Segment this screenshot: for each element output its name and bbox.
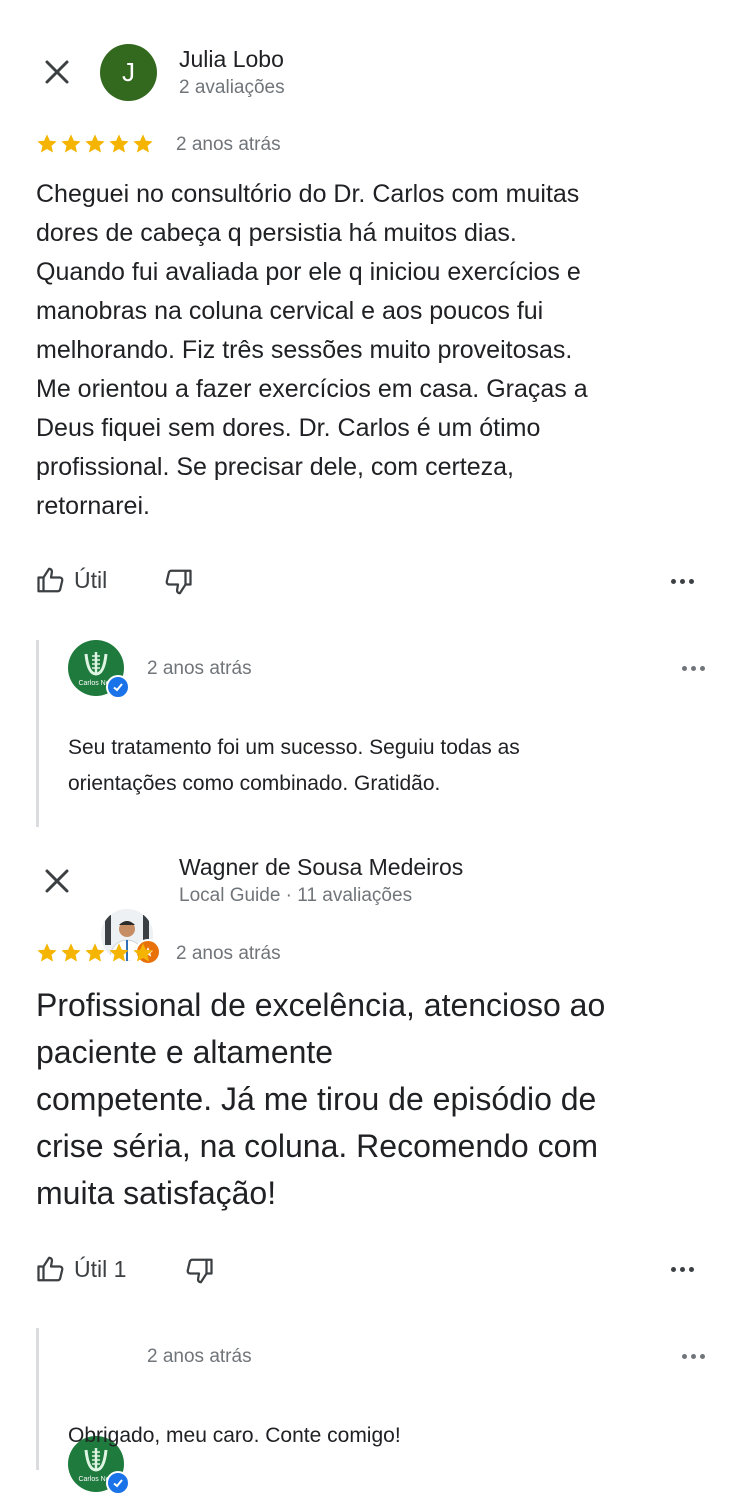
helpful-button[interactable]: Útil 1 (36, 1254, 126, 1284)
reply-more-options-button[interactable] (682, 666, 705, 671)
star-icon (37, 943, 57, 962)
more-icon (682, 666, 687, 671)
star-icon (133, 134, 153, 153)
not-helpful-button[interactable] (163, 567, 193, 602)
more-icon (671, 579, 676, 584)
helpful-label: Útil (74, 566, 108, 593)
review-time: 2 anos atrás (176, 134, 281, 155)
helpful-label: Útil 1 (74, 1255, 127, 1282)
star-icon (109, 943, 129, 962)
close-icon (45, 869, 69, 893)
review-text: Profissional de excelência, atencioso ao… (36, 987, 606, 1211)
reviewer-subtitle: Local Guide · 11 avaliações (179, 885, 413, 906)
thumbs-up-icon (37, 1256, 64, 1282)
owner-avatar[interactable]: Carlos Nob (68, 640, 130, 699)
rating-stars (36, 942, 154, 964)
review-time: 2 anos atrás (176, 943, 281, 964)
reply-time: 2 anos atrás (147, 1346, 252, 1367)
avatar[interactable]: J (100, 44, 157, 101)
close-button[interactable] (37, 861, 77, 901)
not-helpful-button[interactable] (184, 1256, 214, 1291)
thumbs-down-icon (165, 569, 192, 595)
star-icon (85, 943, 105, 962)
more-icon (671, 1267, 676, 1272)
thumbs-up-icon (37, 567, 64, 593)
star-icon (133, 943, 153, 962)
star-icon (61, 134, 81, 153)
star-icon (85, 134, 105, 153)
star-icon (37, 134, 57, 153)
reply-divider (36, 1328, 39, 1470)
reply-text: Obrigado, meu caro. Conte comigo! (68, 1424, 401, 1447)
star-icon (109, 134, 129, 153)
reviewer-name[interactable]: Julia Lobo (179, 46, 284, 73)
reply-more-options-button[interactable] (682, 1354, 705, 1359)
helpful-button[interactable]: Útil (36, 565, 107, 595)
close-icon (45, 60, 69, 84)
verified-icon (106, 1471, 130, 1495)
rating-stars (36, 133, 154, 155)
review-text: Cheguei no consultório do Dr. Carlos com… (36, 180, 588, 520)
reviewer-name[interactable]: Wagner de Sousa Medeiros (179, 854, 463, 881)
verified-icon (106, 675, 130, 699)
close-button[interactable] (37, 52, 77, 92)
reviewer-subtitle: 2 avaliações (179, 77, 285, 98)
more-options-button[interactable] (671, 1267, 694, 1272)
reply-text: Seu tratamento foi um sucesso. Seguiu to… (68, 736, 520, 795)
star-icon (61, 943, 81, 962)
more-icon (682, 1354, 687, 1359)
more-options-button[interactable] (671, 579, 694, 584)
reply-time: 2 anos atrás (147, 658, 252, 679)
thumbs-down-icon (186, 1258, 213, 1284)
reply-divider (36, 640, 39, 827)
